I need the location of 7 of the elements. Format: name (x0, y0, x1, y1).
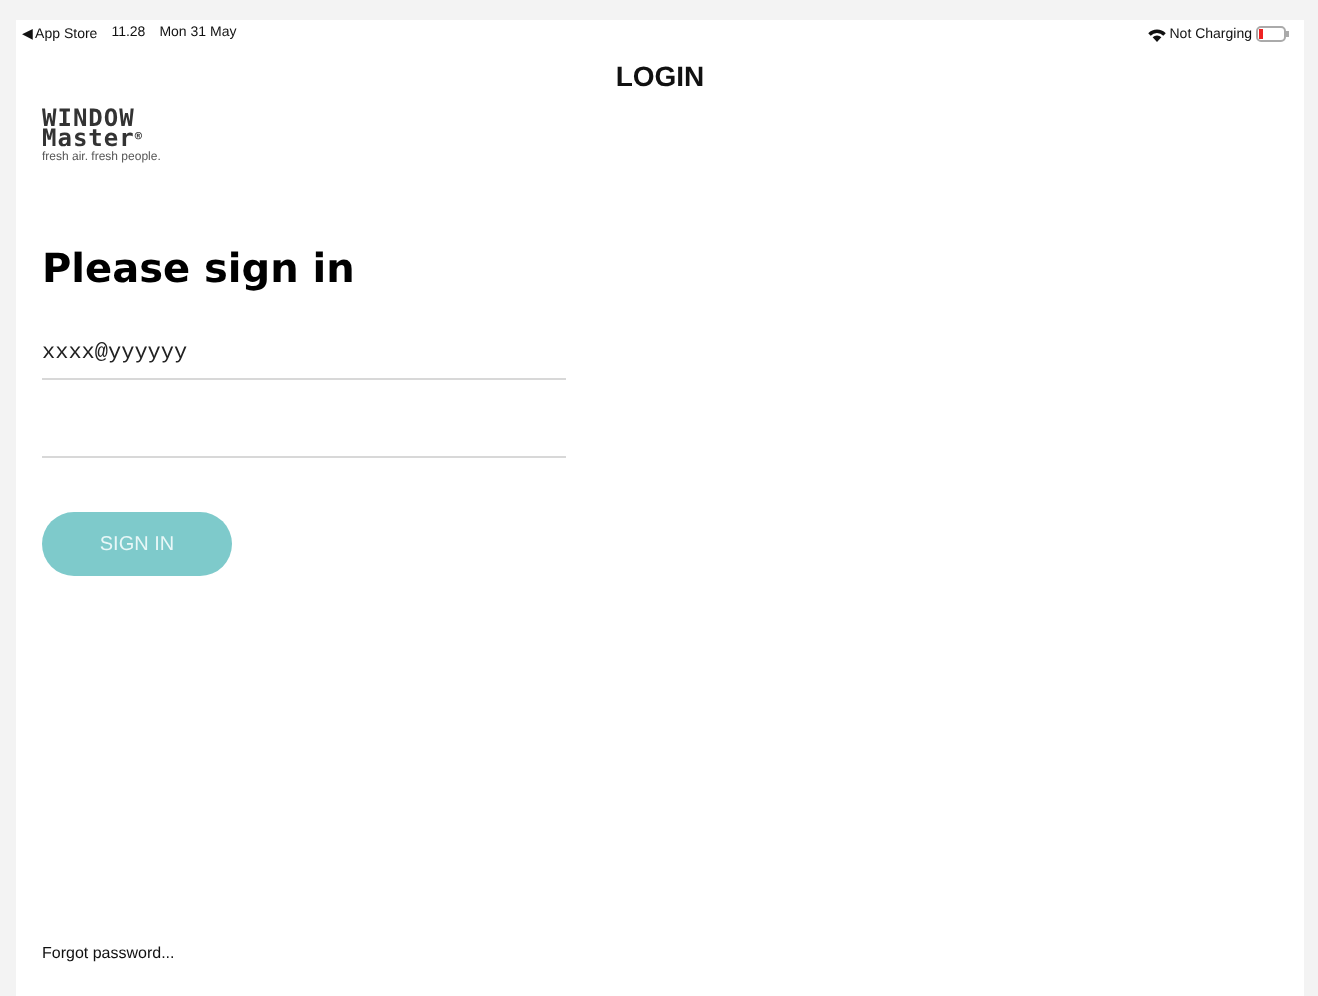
forgot-password-link[interactable]: Forgot password... (42, 944, 175, 962)
email-field[interactable]: xxxx@yyyyyy (42, 336, 566, 380)
battery-icon (1256, 26, 1290, 42)
sign-in-heading: Please sign in (42, 244, 357, 292)
logo-text: WINDOW (42, 108, 137, 128)
wifi-icon (1147, 27, 1166, 41)
page-title: LOGIN (613, 60, 707, 92)
